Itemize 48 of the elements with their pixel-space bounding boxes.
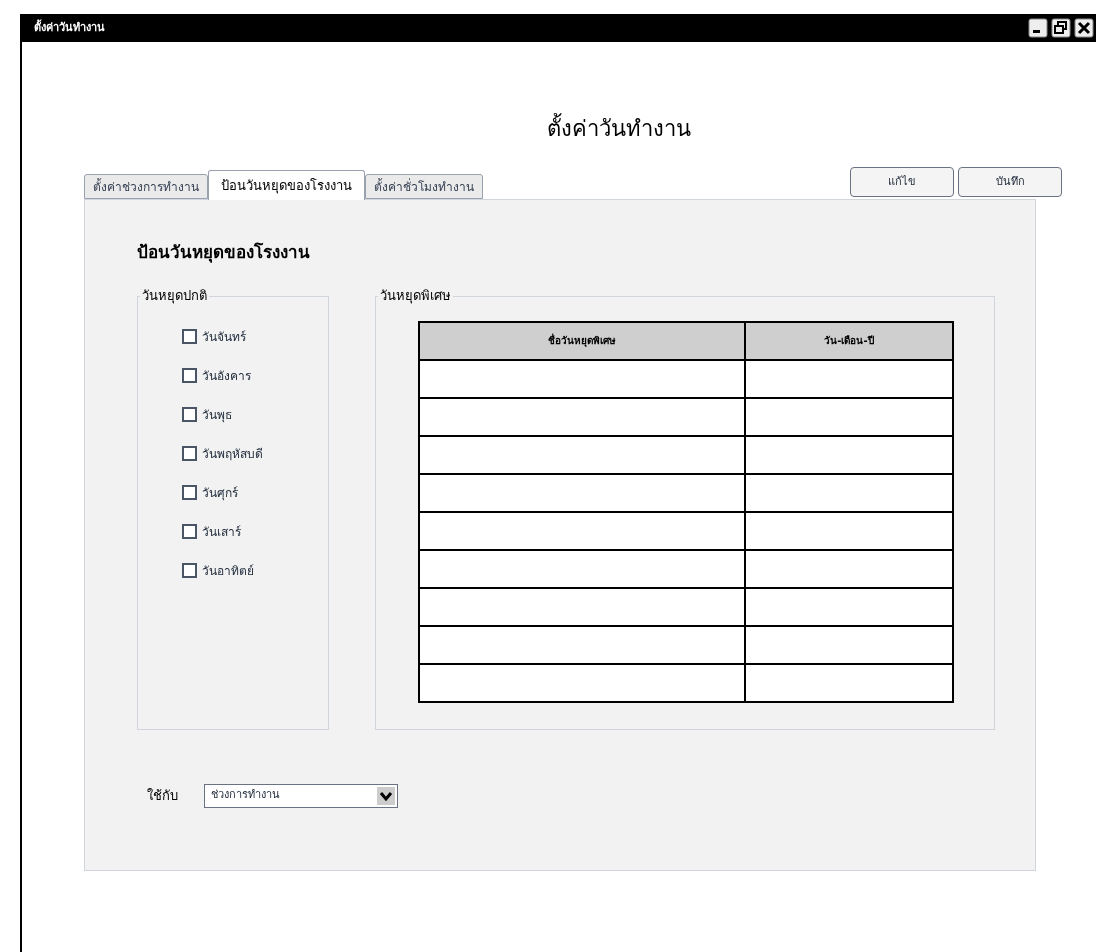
apply-to-label: ใช้กับ <box>147 786 178 805</box>
table-cell[interactable] <box>419 473 745 512</box>
table-cell[interactable] <box>745 473 953 512</box>
chevron-down-icon <box>377 786 395 805</box>
tab[interactable]: ตั้งค่าช่วงการทำงาน <box>84 174 208 199</box>
tab[interactable]: ป้อนวันหยุดของโรงงาน <box>208 170 365 200</box>
table-cell[interactable] <box>745 549 953 588</box>
checkbox[interactable] <box>182 485 197 500</box>
table-cell[interactable] <box>419 587 745 626</box>
tab[interactable]: ตั้งค่าชั่วโมงทำงาน <box>365 174 483 199</box>
table-cell[interactable] <box>419 511 745 550</box>
table-cell[interactable] <box>745 511 953 550</box>
close-icon[interactable] <box>1074 18 1094 38</box>
table-cell[interactable] <box>419 549 745 588</box>
table-cell[interactable] <box>745 587 953 626</box>
table-cell[interactable] <box>419 435 745 474</box>
checkbox[interactable] <box>182 407 197 422</box>
window-title: ตั้งค่าวันทำงาน <box>34 19 105 36</box>
toolbar-button[interactable]: บันทึก <box>958 167 1062 197</box>
table-cell[interactable] <box>745 435 953 474</box>
checkbox-label: วันอาทิตย์ <box>202 562 254 580</box>
checkbox[interactable] <box>182 524 197 539</box>
section-title: ป้อนวันหยุดของโรงงาน <box>137 241 311 265</box>
table-cell[interactable] <box>745 625 953 664</box>
restore-icon[interactable] <box>1051 18 1071 38</box>
checkbox-label: วันพุธ <box>202 406 232 424</box>
checkbox-label: วันพฤหัสบดี <box>202 445 263 463</box>
checkbox-label: วันเสาร์ <box>202 523 241 541</box>
column-header: ชื่อวันหยุดพิเศษ <box>419 321 745 360</box>
checkbox-label: วันจันทร์ <box>202 328 246 346</box>
table-cell[interactable] <box>419 625 745 664</box>
checkbox[interactable] <box>182 563 197 578</box>
table-cell[interactable] <box>419 663 745 702</box>
toolbar-button[interactable]: แก้ไข <box>850 167 954 197</box>
table-cell[interactable] <box>419 397 745 436</box>
table-cell[interactable] <box>745 663 953 702</box>
checkbox[interactable] <box>182 329 197 344</box>
minimize-icon[interactable] <box>1028 18 1048 38</box>
checkbox-label: วันอังคาร <box>202 367 251 385</box>
apply-to-dropdown[interactable]: ช่วงการทำงาน <box>204 783 398 808</box>
table-cell[interactable] <box>419 359 745 398</box>
checkbox-label: วันศุกร์ <box>202 484 238 502</box>
table-cell[interactable] <box>745 397 953 436</box>
table-cell[interactable] <box>745 359 953 398</box>
checkbox[interactable] <box>182 368 197 383</box>
column-header: วัน-เดือน-ปี <box>745 321 953 360</box>
page-heading: ตั้งค่าวันทำงาน <box>547 112 691 145</box>
checkbox[interactable] <box>182 446 197 461</box>
